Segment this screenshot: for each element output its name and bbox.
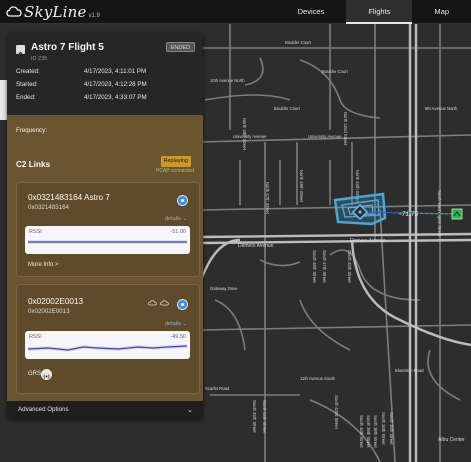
map-label-altru: Altru Center: [438, 437, 465, 443]
map-label-n42: North 42nd Street: [343, 112, 348, 146]
rssi-label: RSSI: [29, 229, 42, 235]
pcap-status: PCAP connected: [156, 168, 194, 174]
link-status-icon[interactable]: [177, 299, 188, 310]
cloud-upload-icon: [160, 300, 169, 306]
map-label-university-2: University Avenue: [233, 134, 267, 139]
more-info-link[interactable]: More Info >: [28, 262, 59, 268]
created-value: 4/17/2023, 4:11:01 PM: [84, 68, 147, 75]
cloud-logo-icon: [6, 6, 22, 17]
tab-map-label: Map: [434, 7, 449, 16]
advanced-options-label: Advanced Options: [18, 406, 69, 413]
map-label-demers-2: Demers Avenue: [238, 243, 274, 249]
chevron-up-icon: [17, 51, 24, 56]
app-window: SkyLine v1.9 Devices Flights Map Boulder…: [0, 0, 471, 462]
ended-row: Ended: 4/17/2023, 4:33:07 PM: [16, 94, 147, 101]
cloud-icon: [148, 300, 157, 306]
app-version: v1.9: [88, 12, 100, 19]
map-label-s45: South 45th Street: [252, 400, 257, 433]
app-logo[interactable]: SkyLine v1.9: [6, 3, 100, 21]
rssi-value: -49.50: [170, 334, 186, 340]
tab-map[interactable]: Map: [412, 0, 471, 24]
map-label-s42: South 42nd Street: [334, 395, 339, 430]
map-label-boulder-ct-2: Boulder Court: [322, 69, 349, 74]
flight-header: Astro 7 Flight 5 ID 235 ENDED Created: 4/…: [7, 33, 203, 115]
map-label-eleventh: 11th Avenue South: [300, 376, 336, 381]
flight-panel: Astro 7 Flight 5 ID 235 ENDED Created: 4/…: [7, 33, 203, 419]
map-label-s36: South 36th Street: [381, 412, 386, 445]
rssi-graph: [28, 344, 187, 353]
ended-value: 4/17/2023, 4:33:07 PM: [84, 94, 147, 101]
flight-title: Astro 7 Flight 5: [31, 42, 104, 53]
map-label-s47: South 47th Street: [322, 250, 327, 283]
home-station-icon[interactable]: [451, 208, 463, 220]
details-label: details: [164, 216, 181, 222]
link-subtitle: 0x0321483164: [28, 204, 69, 211]
link-title: 0x02002E0013: [28, 297, 84, 306]
link-title: 0x0321483164 Astro 7: [28, 193, 110, 202]
map-label-n48: North 48th Street: [242, 118, 247, 151]
tab-devices-label: Devices: [297, 7, 325, 16]
c2-link-card[interactable]: 0x0321483164 Astro 7 0x0321483164 detail…: [16, 182, 200, 277]
replaying-badge[interactable]: Replaying: [160, 156, 191, 167]
map-label-gateway: Gateway Drive: [210, 286, 238, 291]
grs-signal-icon[interactable]: [41, 369, 52, 380]
details-toggle[interactable]: details ⌄: [165, 216, 187, 222]
map-label-s40: South 40th Street: [359, 415, 364, 448]
details-label: details: [164, 321, 181, 327]
rssi-label: RSSI: [29, 334, 42, 340]
map-label-demers: Demers Avenue: [350, 238, 386, 244]
main-nav: Devices Flights Map: [276, 0, 471, 24]
map-label-s35: South 35th Street: [389, 412, 394, 445]
started-value: 4/17/2023, 4:12:28 PM: [84, 81, 147, 88]
map-label-boulder-ct: Boulder Court: [285, 40, 312, 45]
collapse-button[interactable]: [16, 45, 25, 56]
chevron-down-icon: ⌄: [182, 321, 187, 327]
details-toggle[interactable]: details ⌄: [165, 321, 187, 327]
map-label-n47: North 47th Street: [265, 182, 270, 215]
status-badge: ENDED: [165, 42, 195, 52]
map-label-boulder-ct-3: Boulder Court: [274, 106, 301, 111]
distance-label: ~71.75: [398, 211, 418, 218]
map-label-s48: South 48th Street: [312, 250, 317, 283]
rssi-graph: [28, 240, 187, 244]
c2-links-heading: C2 Links: [16, 160, 51, 169]
started-label: Started:: [16, 81, 38, 88]
c2-link-card[interactable]: 0x02002E0013 0x02002E0013 details ⌄ RSSI…: [16, 284, 200, 394]
tab-flights-label: Flights: [368, 7, 391, 16]
created-row: Created: 4/17/2023, 4:11:01 PM: [16, 68, 146, 75]
map-label-university: University Avenue: [308, 134, 342, 139]
app-name: SkyLine: [24, 3, 87, 21]
signal-icon: [43, 374, 50, 379]
chevron-down-icon: ⌄: [187, 407, 193, 414]
map-label-bluestem: Bluestem Road: [395, 368, 424, 373]
link-subtitle: 0x02002E0013: [28, 308, 70, 315]
ended-label: Ended:: [16, 94, 36, 101]
rssi-value: -51.00: [170, 229, 186, 235]
map-label-scarlet: Scarlet Road: [205, 386, 230, 391]
created-label: Created:: [16, 68, 40, 75]
map-label-n45: North 45th Street: [299, 170, 304, 203]
top-bar: SkyLine v1.9 Devices Flights Map: [0, 0, 471, 24]
chevron-down-icon: ⌄: [182, 216, 187, 222]
started-row: Started: 4/17/2023, 4:12:28 PM: [16, 81, 147, 88]
map-label-s39: South 39th Street: [366, 415, 371, 448]
flight-id: ID 235: [31, 56, 48, 62]
frequency-label: Frequency:: [16, 127, 47, 134]
map-label-s38: South 38th Street: [373, 415, 378, 448]
link-status-icon[interactable]: [177, 195, 188, 206]
tab-flights[interactable]: Flights: [346, 0, 413, 24]
map-label-s44: South 44th Street: [262, 400, 267, 433]
rssi-chart: RSSI -51.00: [25, 226, 190, 254]
map-label-sixth-ave: 6th Avenue North: [425, 106, 458, 111]
map-label-s46: South 46th Street: [347, 250, 352, 283]
advanced-options-toggle[interactable]: Advanced Options ⌄: [7, 401, 203, 419]
rssi-chart: RSSI -49.50: [25, 331, 190, 359]
tab-devices[interactable]: Devices: [276, 0, 347, 24]
map-label-tenth-ave: 10th Avenue North: [210, 78, 245, 83]
